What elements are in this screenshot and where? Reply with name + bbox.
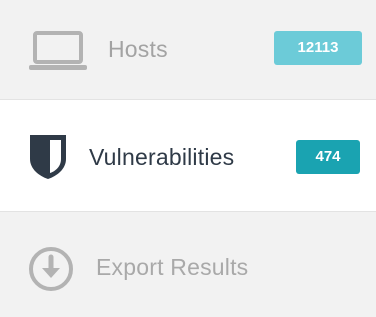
sidebar-item-label: Export Results bbox=[96, 254, 249, 280]
sidebar-nav: Hosts Vulnerabilities Export Results 121… bbox=[0, 0, 376, 317]
hosts-count-badge: 12113 bbox=[274, 31, 362, 65]
vulnerabilities-count-badge: 474 bbox=[296, 140, 360, 174]
sidebar-item-label: Hosts bbox=[108, 36, 168, 62]
shield-icon bbox=[30, 135, 66, 179]
sidebar-item-label: Vulnerabilities bbox=[89, 144, 235, 170]
laptop-icon bbox=[29, 31, 87, 70]
sidebar-item-export-results[interactable]: Export Results bbox=[0, 212, 376, 317]
download-circle-icon bbox=[29, 247, 73, 291]
